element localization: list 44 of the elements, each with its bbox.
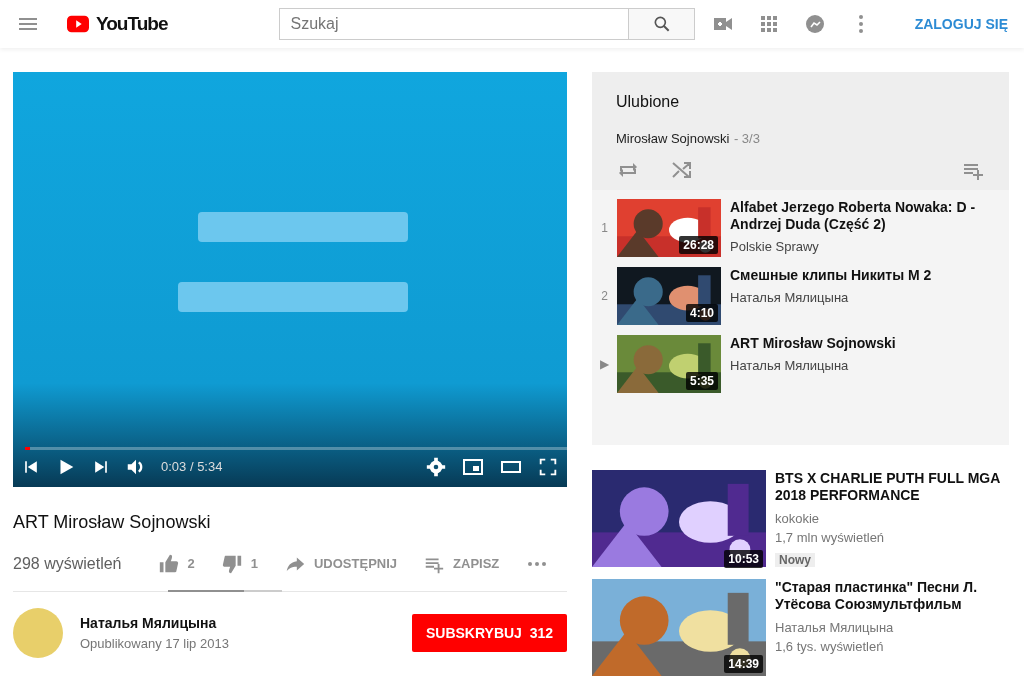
recommended-video[interactable]: 14:39 "Старая пластинка" Песни Л. Утёсова Союзмультфильм Наталья Мялицына 1,6 tys. wyświetleń (592, 579, 1009, 676)
item-index: 1 (600, 220, 609, 237)
recommended-video[interactable]: 10:53 BTS X CHARLIE PUTH FULL MGA 2018 PERFORMANCE kokokie 1,7 mln wyświetleń Nowy (592, 470, 1009, 571)
video-title: BTS X CHARLIE PUTH FULL MGA 2018 PERFORMANCE (775, 470, 1000, 504)
channel-name[interactable]: Наталья Мялицына (80, 612, 229, 634)
new-label: Nowy (775, 553, 815, 567)
duration-badge: 26:28 (679, 236, 718, 254)
sign-in-link[interactable]: ZALOGUJ SIĘ (914, 13, 1008, 35)
item-title: ART Mirosław Sojnowski (730, 335, 897, 352)
playlist-owner[interactable]: Mirosław Sojnowski (616, 131, 730, 146)
logo-text: YouTube (96, 11, 168, 36)
duration-badge: 10:53 (724, 550, 763, 568)
channel-name: Наталья Мялицына (775, 619, 895, 637)
progress-track[interactable] (25, 447, 567, 450)
playlist-position: - 3/3 (733, 131, 760, 146)
search-button[interactable] (629, 8, 696, 40)
publish-date: Opublikowany 17 lip 2013 (80, 634, 229, 653)
view-count: 1,7 mln wyświetleń (775, 529, 886, 547)
duration-badge: 5:35 (685, 372, 718, 390)
view-count: 298 wyświetleń (13, 553, 122, 574)
playlist-item[interactable]: 2 4:10 Смешные клипы Никиты М 2 Наталья Мялицына (592, 262, 1009, 330)
view-count: 1,6 tys. wyświetleń (775, 638, 885, 656)
item-channel: Polskie Sprawy (730, 238, 820, 256)
play-logo-icon[interactable] (64, 13, 92, 35)
fullscreen-icon[interactable] (537, 456, 559, 478)
duration-badge: 14:39 (724, 655, 763, 673)
settings-icon[interactable] (425, 456, 447, 478)
item-title: Alfabet Jerzego Roberta Nowaka: D - Andrzej Duda (Część 2) (730, 199, 977, 233)
video-title: ART Mirosław Sojnowski (13, 511, 212, 534)
playlist-item[interactable]: ▶ 5:35 ART Mirosław Sojnowski Наталья Мялицына (592, 330, 1009, 398)
item-channel: Наталья Мялицына (730, 289, 850, 307)
thumbs-up-icon (157, 552, 180, 575)
item-channel: Наталья Мялицына (730, 357, 850, 375)
subscribe-button[interactable]: SUBSKRYBUJ 312 (412, 614, 567, 652)
playlist-item[interactable]: 1 26:28 Alfabet Jerzego Roberta Nowaka: D - Andrzej Duda (Część 2) Polskie Sprawy (592, 194, 1009, 262)
search-field[interactable]: Szukaj (279, 8, 630, 40)
item-index: ▶ (599, 356, 610, 373)
item-index: 2 (600, 288, 609, 305)
channel-name: kokokie (775, 510, 821, 528)
item-title: Смешные клипы Никиты М 2 (730, 267, 933, 284)
video-title: "Старая пластинка" Песни Л. Утёсова Союзмультфильм (775, 579, 979, 613)
playlist-title: Ulubione (616, 92, 681, 112)
time-display: 0:03 / 5:34 (161, 458, 223, 477)
duration-badge: 4:10 (685, 304, 718, 322)
